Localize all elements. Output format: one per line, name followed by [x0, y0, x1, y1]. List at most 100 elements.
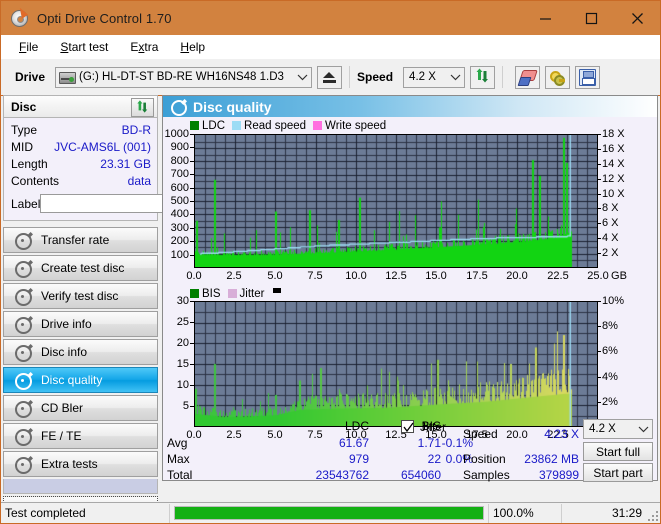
status-message-cell: Test completed: [1, 503, 169, 524]
maximize-button[interactable]: [568, 1, 614, 35]
eraser-icon: [519, 70, 536, 85]
x-tick-label: 15.0: [419, 270, 453, 282]
refresh-button[interactable]: [470, 66, 495, 89]
y-tick-label: 800: [163, 155, 189, 167]
drive-info-icon: [13, 316, 33, 332]
x-tick-label: GB: [602, 270, 636, 282]
drive-select[interactable]: (G:) HL-DT-ST BD-RE WH16NS48 1.D3: [55, 67, 312, 88]
fe-te-icon: [13, 428, 33, 444]
y-tick-label: 10: [163, 379, 189, 391]
disc-refresh-button[interactable]: [131, 98, 154, 117]
disc-row-type: Type BD-R: [11, 121, 151, 138]
extra-tests-icon: [13, 456, 33, 472]
minimize-button[interactable]: [522, 1, 568, 35]
disc-info-body: Type BD-R MID JVC-AMS6L (001) Length 23.…: [3, 117, 158, 221]
sidebar-item-extra-tests[interactable]: Extra tests: [3, 451, 158, 477]
y2-tick-label: 16 X: [602, 143, 625, 155]
sidebar-item-label: Disc quality: [41, 373, 102, 387]
y-tick-label: 30: [163, 295, 189, 307]
legend-item-jitter: Jitter: [228, 288, 265, 300]
disc-row-mid-value: JVC-AMS6L (001): [54, 140, 151, 154]
menu-start-test[interactable]: Start test: [50, 38, 118, 56]
drive-label: Drive: [15, 70, 45, 84]
status-message: Test completed: [1, 506, 86, 520]
progress-bar-fill: [175, 507, 483, 519]
close-button[interactable]: [614, 1, 660, 35]
jitter-checkbox[interactable]: [401, 420, 414, 433]
y-tick-mark: [190, 201, 194, 202]
sidebar-item-transfer-rate[interactable]: Transfer rate: [3, 227, 158, 253]
stats-row-avg: Avg: [167, 436, 187, 450]
y-tick-mark: [190, 322, 194, 323]
sidebar-item-label: Transfer rate: [41, 233, 109, 247]
disc-row-contents-key: Contents: [11, 174, 59, 188]
sidebar-item-label: Extra tests: [41, 457, 98, 471]
y2-tick-mark: [597, 223, 601, 224]
disc-quality-icon: [169, 99, 187, 114]
y-tick-label: 600: [163, 182, 189, 194]
speed-select[interactable]: 4.2 X: [403, 67, 465, 88]
ldc-plot-area: [194, 134, 598, 268]
y-tick-label: 15: [163, 358, 189, 370]
legend-marker-box: [273, 288, 281, 293]
y-tick-label: 1000: [163, 128, 189, 140]
eject-button[interactable]: [317, 66, 342, 89]
resize-grip[interactable]: [648, 511, 658, 521]
y-tick-label: 100: [163, 249, 189, 261]
samples-stat-value: 379899: [493, 468, 579, 482]
y2-tick-mark: [597, 351, 601, 352]
drive-icon: [59, 71, 75, 84]
menu-extra[interactable]: Extra: [120, 38, 168, 56]
sidebar-item-label: Disc info: [41, 345, 87, 359]
y2-tick-label: 4 X: [602, 232, 619, 244]
jitter-label: Jitter: [420, 420, 446, 434]
x-tick-label: 2.5: [217, 270, 251, 282]
sidebar-item-disc-quality[interactable]: Disc quality: [3, 367, 158, 393]
y-tick-mark: [190, 241, 194, 242]
legend-item-bis: BIS: [190, 288, 221, 300]
start-full-button[interactable]: Start full: [583, 442, 653, 461]
position-stat-value: 23862 MB: [493, 452, 579, 466]
y2-tick-label: 6 X: [602, 217, 619, 229]
y-tick-label: 500: [163, 195, 189, 207]
drive-select-value: (G:) HL-DT-ST BD-RE WH16NS48 1.D3: [79, 71, 284, 83]
stats-ldc-total: 23543762: [289, 468, 369, 482]
speed-result-value: 4.2 X: [589, 423, 616, 435]
sidebar-item-cd-bler[interactable]: CD Bler: [3, 395, 158, 421]
y2-tick-mark: [597, 402, 601, 403]
disc-row-type-value: BD-R: [122, 123, 151, 137]
legend-swatch-jitter: [228, 289, 237, 298]
keys-button[interactable]: [545, 66, 570, 89]
y2-tick-mark: [597, 238, 601, 239]
speed-stat-label: Speed: [463, 427, 498, 441]
main-area: Disc Type BD-R: [1, 95, 660, 481]
stats-col-ldc: LDC: [329, 419, 369, 433]
stats-ldc-max: 979: [289, 452, 369, 466]
sidebar-item-create-test-disc[interactable]: Create test disc: [3, 255, 158, 281]
menu-file[interactable]: File: [9, 38, 48, 56]
refresh-icon: [475, 68, 490, 86]
disc-row-length-value: 23.31 GB: [100, 157, 151, 171]
sidebar-item-disc-info[interactable]: Disc info: [3, 339, 158, 365]
save-button[interactable]: [575, 66, 600, 89]
erase-button[interactable]: [515, 66, 540, 89]
speed-select-value: 4.2 X: [409, 71, 436, 83]
sidebar-item-verify-test-disc[interactable]: Verify test disc: [3, 283, 158, 309]
y-tick-label: 5: [163, 400, 189, 412]
speed-result-select[interactable]: 4.2 X: [583, 419, 653, 439]
legend-item-ldc: LDC: [190, 120, 225, 132]
menu-extra-label: tra: [144, 40, 158, 54]
toolbar-divider: [349, 66, 350, 88]
left-sidebar: Disc Type BD-R: [3, 95, 158, 517]
stats-bis-total: 654060: [361, 468, 441, 482]
sidebar-spacer: [3, 479, 158, 494]
menu-help[interactable]: Help: [170, 38, 215, 56]
start-part-button[interactable]: Start part: [583, 463, 653, 482]
speed-label: Speed: [357, 70, 393, 84]
sidebar-item-fe-te[interactable]: FE / TE: [3, 423, 158, 449]
sidebar-item-drive-info[interactable]: Drive info: [3, 311, 158, 337]
save-icon: [579, 69, 596, 86]
application-window: Opti Drive Control 1.70 File Start test …: [0, 0, 661, 524]
status-bar: Test completed 100.0% 31:29: [1, 502, 660, 523]
disc-panel-header: Disc: [3, 95, 158, 117]
